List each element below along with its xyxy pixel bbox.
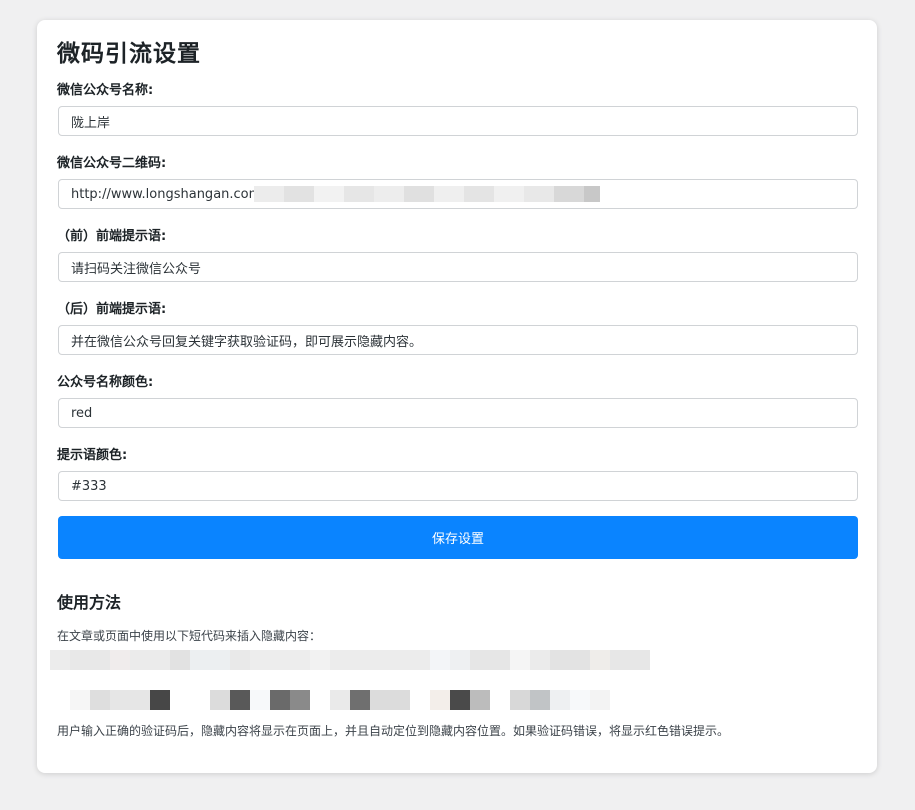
account-name-input[interactable] bbox=[58, 106, 858, 136]
usage-intro-text: 在文章或页面中使用以下短代码来插入隐藏内容： bbox=[57, 629, 322, 643]
shortcode-redaction-bottom bbox=[70, 690, 610, 710]
prompt-after-input[interactable] bbox=[58, 325, 858, 355]
settings-card: 微码引流设置 微信公众号名称: 微信公众号二维码: （前）前端提示语: （后）前… bbox=[37, 20, 877, 773]
prompt-after-label: （后）前端提示语: bbox=[57, 302, 167, 317]
name-color-label: 公众号名称颜色: bbox=[57, 375, 154, 390]
prompt-color-label: 提示语颜色: bbox=[57, 448, 128, 463]
name-color-input[interactable] bbox=[58, 398, 858, 428]
account-name-label: 微信公众号名称: bbox=[57, 83, 154, 98]
qrcode-label: 微信公众号二维码: bbox=[57, 156, 167, 171]
shortcode-redaction-top bbox=[50, 650, 650, 670]
prompt-color-input[interactable] bbox=[58, 471, 858, 501]
prompt-before-input[interactable] bbox=[58, 252, 858, 282]
qrcode-url-redaction bbox=[254, 186, 600, 202]
usage-note-text: 用户输入正确的验证码后，隐藏内容将显示在页面上，并且自动定位到隐藏内容位置。如果… bbox=[57, 724, 730, 738]
save-settings-button[interactable]: 保存设置 bbox=[58, 516, 858, 559]
page-title: 微码引流设置 bbox=[57, 41, 201, 67]
usage-heading: 使用方法 bbox=[57, 593, 122, 612]
prompt-before-label: （前）前端提示语: bbox=[57, 229, 167, 244]
